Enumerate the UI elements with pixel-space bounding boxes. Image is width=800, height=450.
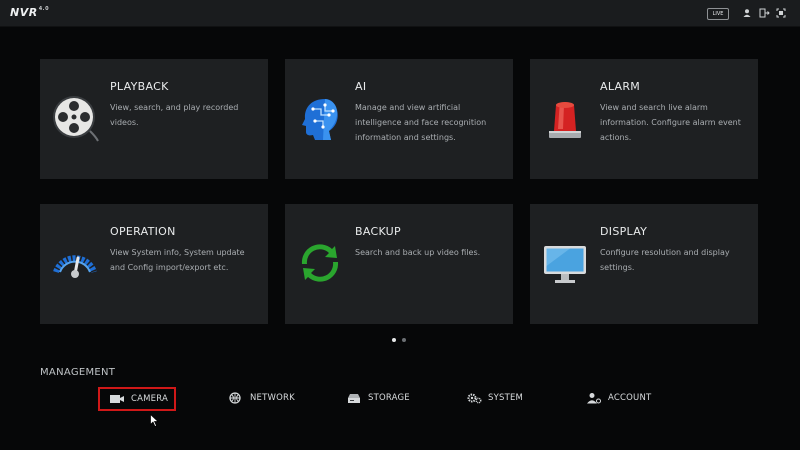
- network-label: NETWORK: [250, 393, 295, 403]
- storage-button[interactable]: STORAGE: [346, 388, 410, 408]
- playback-tile[interactable]: PLAYBACK View, search, and play recorded…: [40, 59, 268, 179]
- tile-title: BACKUP: [355, 225, 401, 238]
- camera-icon: [110, 395, 124, 403]
- logo-text: NVR: [10, 6, 38, 19]
- camera-label: CAMERA: [131, 394, 169, 404]
- monitor-icon: [544, 246, 586, 283]
- page-dot[interactable]: [402, 338, 406, 342]
- account-label: ACCOUNT: [608, 393, 652, 403]
- storage-disk-icon: [348, 394, 360, 403]
- tile-description: View, search, and play recorded videos.: [110, 103, 239, 127]
- version-text: 4.0: [38, 6, 50, 12]
- tile-description: Configure resolution and display setting…: [600, 248, 730, 272]
- tile-description: Manage and view artificial intelligence …: [355, 103, 487, 142]
- account-button[interactable]: ACCOUNT: [586, 388, 651, 408]
- system-button[interactable]: SYSTEM: [466, 388, 523, 408]
- account-icon: [587, 393, 601, 404]
- live-button[interactable]: LIVE: [707, 8, 729, 20]
- ai-tile[interactable]: AI Manage and view artificial intelligen…: [285, 59, 513, 179]
- user-icon[interactable]: [742, 8, 752, 18]
- system-gears-icon: [467, 393, 482, 404]
- system-label: SYSTEM: [488, 393, 524, 403]
- ai-head-icon: [302, 99, 338, 140]
- sync-arrows-icon: [301, 244, 339, 282]
- nvr-logo: NVR4.0: [10, 6, 49, 19]
- tile-title: OPERATION: [110, 225, 176, 238]
- alarm-siren-icon: [549, 102, 581, 138]
- storage-label: STORAGE: [368, 393, 410, 403]
- operation-tile[interactable]: OPERATION View System info, System updat…: [40, 204, 268, 324]
- tile-title: PLAYBACK: [110, 80, 169, 93]
- tile-title: DISPLAY: [600, 225, 648, 238]
- logout-icon[interactable]: [759, 8, 771, 18]
- alarm-tile[interactable]: ALARM View and search live alarm informa…: [530, 59, 758, 179]
- tile-title: AI: [355, 80, 367, 93]
- mouse-cursor-icon: [150, 414, 159, 427]
- network-button[interactable]: NETWORK: [228, 388, 295, 408]
- management-title: MANAGEMENT: [40, 367, 116, 378]
- gauge-icon: [53, 255, 97, 278]
- display-tile[interactable]: DISPLAY Configure resolution and display…: [530, 204, 758, 324]
- top-bar: NVR4.0 LIVE: [0, 0, 800, 27]
- fullscreen-icon[interactable]: [776, 8, 786, 18]
- camera-button[interactable]: CAMERA: [98, 387, 176, 411]
- tile-description: Search and back up video files.: [355, 248, 481, 257]
- network-globe-icon: [229, 392, 241, 404]
- backup-tile[interactable]: BACKUP Search and back up video files.: [285, 204, 513, 324]
- page-dot-active[interactable]: [392, 338, 396, 342]
- tile-description: View System info, System update and Conf…: [110, 248, 245, 272]
- film-reel-icon: [53, 96, 99, 142]
- tile-title: ALARM: [600, 80, 641, 93]
- tile-description: View and search live alarm information. …: [600, 103, 741, 142]
